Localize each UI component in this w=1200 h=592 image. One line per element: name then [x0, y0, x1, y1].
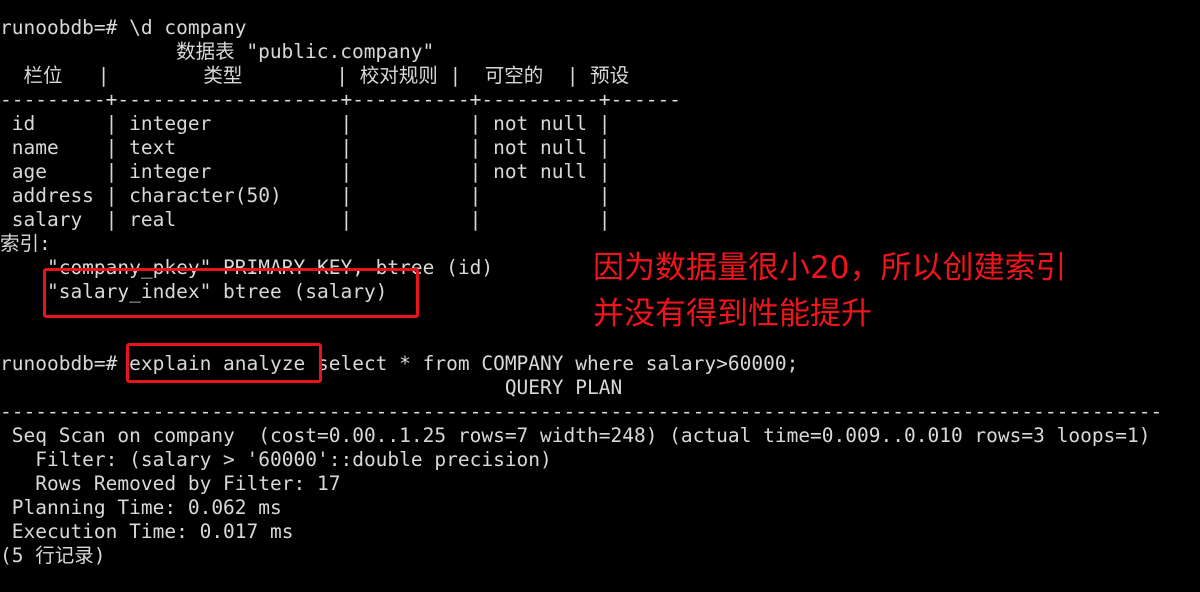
highlight-box-salary-index: [43, 268, 419, 318]
annotation-line-2: 并没有得到性能提升: [593, 296, 872, 332]
terminal-line: age | integer | | not null |: [0, 160, 611, 183]
terminal-line: 栏位 | 类型 | 校对规则 | 可空的 | 预设: [0, 64, 630, 87]
terminal-line: Rows Removed by Filter: 17: [0, 472, 341, 495]
terminal-line: ----------------------------------------…: [0, 400, 1163, 423]
terminal-line: runoobdb=# \d company: [0, 16, 247, 39]
terminal-window[interactable]: runoobdb=# \d company 数据表 "public.compan…: [0, 0, 1200, 592]
terminal-line: ---------+-------------------+----------…: [0, 88, 681, 111]
terminal-line: Seq Scan on company (cost=0.00..1.25 row…: [0, 424, 1151, 447]
terminal-line: 索引:: [0, 232, 51, 255]
terminal-line: address | character(50) | | |: [0, 184, 611, 207]
terminal-line: (5 行记录): [0, 544, 106, 567]
terminal-line: 数据表 "public.company": [0, 40, 435, 63]
terminal-line: Filter: (salary > '60000'::double precis…: [0, 448, 552, 471]
annotation-line-1: 因为数据量很小20，所以创建索引: [593, 250, 1067, 286]
terminal-line: Execution Time: 0.017 ms: [0, 520, 294, 543]
terminal-line: Planning Time: 0.062 ms: [0, 496, 282, 519]
terminal-line: name | text | | not null |: [0, 136, 611, 159]
terminal-line: runoobdb=# explain analyze select * from…: [0, 352, 799, 375]
terminal-line: salary | real | | |: [0, 208, 611, 231]
highlight-box-explain-analyze: [126, 343, 322, 383]
terminal-line: id | integer | | not null |: [0, 112, 611, 135]
